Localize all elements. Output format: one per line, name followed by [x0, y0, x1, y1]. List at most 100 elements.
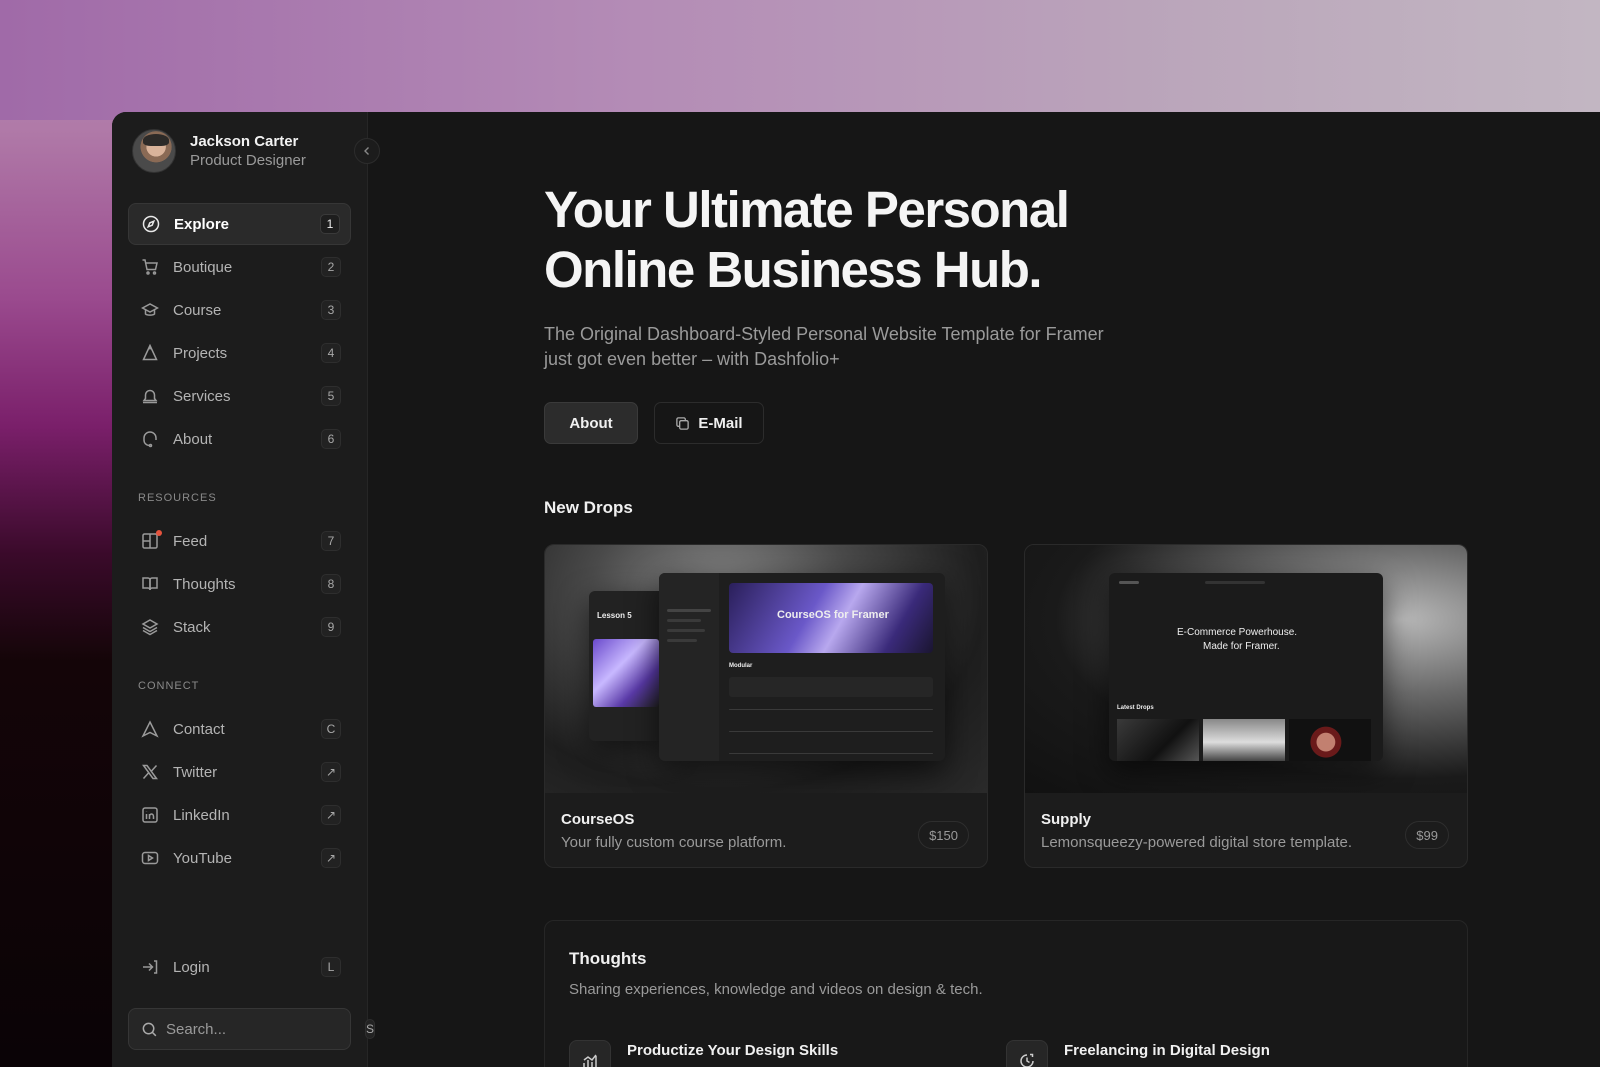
sidebar: Jackson Carter Product Designer Explore … — [112, 112, 376, 1067]
sidebar-item-label: Contact — [173, 720, 225, 738]
sidebar-item-label: Thoughts — [173, 575, 236, 593]
youtube-icon — [140, 848, 160, 868]
sidebar-item-label: About — [173, 430, 213, 448]
mock-section: Latest Drops — [1117, 705, 1154, 711]
product-description: Your fully custom course platform. — [561, 834, 787, 851]
about-button[interactable]: About — [544, 402, 638, 444]
shortcut-key: 5 — [321, 386, 341, 406]
login-label: Login — [173, 958, 210, 976]
sidebar-item-projects[interactable]: Projects 4 — [128, 332, 351, 374]
background-gradient — [0, 0, 1600, 120]
shortcut-key: 8 — [321, 574, 341, 594]
mock-lesson-title: Lesson 5 — [597, 611, 632, 620]
sidebar-item-label: Services — [173, 387, 231, 405]
sidebar-item-label: LinkedIn — [173, 806, 230, 824]
post-title: Freelancing in Digital Design — [1064, 1042, 1270, 1059]
graduation-cap-icon — [140, 300, 160, 320]
x-icon — [140, 762, 160, 782]
sidebar-item-label: Course — [173, 301, 222, 319]
send-icon — [140, 719, 160, 739]
shortcut-key: 4 — [321, 343, 341, 363]
page-subtitle: The Original Dashboard-Styled Personal W… — [544, 324, 1104, 369]
thoughts-section: Thoughts Sharing experiences, knowledge … — [544, 920, 1468, 1067]
sidebar-item-about[interactable]: About 6 — [128, 418, 351, 460]
shortcut-key: 1 — [320, 214, 340, 234]
email-button-label: E-Mail — [698, 414, 743, 432]
sidebar-item-explore[interactable]: Explore 1 — [128, 203, 351, 245]
shortcut-key: L — [321, 957, 341, 977]
mock-heading: CourseOS for Framer — [777, 609, 889, 621]
product-card-supply[interactable]: E-Commerce Powerhouse. Made for Framer. … — [1024, 544, 1468, 868]
sidebar-item-label: Twitter — [173, 763, 218, 781]
external-link-icon: ↗ — [321, 805, 341, 825]
product-title: Supply — [1041, 811, 1092, 828]
headset-icon — [140, 429, 160, 449]
sidebar-item-stack[interactable]: Stack 9 — [128, 606, 351, 648]
sidebar-item-contact[interactable]: Contact C — [128, 708, 351, 750]
connect-nav: Contact C Twitter ↗ LinkedIn ↗ YouTube ↗ — [128, 708, 351, 879]
layers-icon — [140, 617, 160, 637]
mock-heading-2: Made for Framer. — [1203, 641, 1280, 652]
search-box[interactable]: S — [128, 1008, 376, 1050]
mock-heading-1: E-Commerce Powerhouse. — [1177, 627, 1298, 638]
price-badge: $150 — [918, 821, 969, 849]
email-button[interactable]: E-Mail — [654, 402, 764, 444]
title-line-1: Your Ultimate Personal — [544, 181, 1070, 238]
sidebar-item-boutique[interactable]: Boutique 2 — [128, 246, 351, 288]
sidebar-item-youtube[interactable]: YouTube ↗ — [128, 837, 351, 879]
search-icon — [141, 1019, 158, 1039]
product-card-body: Supply Lemonsqueezy-powered digital stor… — [1025, 793, 1467, 851]
price-badge: $99 — [1405, 821, 1449, 849]
cart-icon — [140, 257, 160, 277]
sidebar-item-services[interactable]: Services 5 — [128, 375, 351, 417]
search-input[interactable] — [166, 1020, 365, 1038]
main-nav: Explore 1 Boutique 2 Course 3 Projects 4… — [128, 203, 351, 460]
section-title-thoughts: Thoughts — [569, 949, 647, 968]
product-cards: Lesson 5 CourseOS for Framer Modular Cou… — [544, 544, 1600, 868]
mock-section: Modular — [729, 663, 753, 669]
clock-icon — [1006, 1040, 1048, 1067]
copy-icon — [676, 416, 690, 430]
section-title-resources: RESOURCES — [138, 492, 217, 504]
product-title: CourseOS — [561, 811, 635, 828]
sidebar-item-linkedin[interactable]: LinkedIn ↗ — [128, 794, 351, 836]
sidebar-item-thoughts[interactable]: Thoughts 8 — [128, 563, 351, 605]
sidebar-item-course[interactable]: Course 3 — [128, 289, 351, 331]
section-title-connect: CONNECT — [138, 680, 200, 692]
product-thumbnail: E-Commerce Powerhouse. Made for Framer. … — [1025, 545, 1467, 793]
bell-icon — [140, 386, 160, 406]
profile-name: Jackson Carter — [190, 133, 299, 150]
sidebar-item-label: Stack — [173, 618, 211, 636]
product-thumbnail: Lesson 5 CourseOS for Framer Modular — [545, 545, 987, 793]
hero-actions: About E-Mail — [544, 402, 1600, 444]
product-description: Lemonsqueezy-powered digital store templ… — [1041, 834, 1353, 851]
product-card-courseos[interactable]: Lesson 5 CourseOS for Framer Modular Cou… — [544, 544, 988, 868]
page-title: Your Ultimate Personal Online Business H… — [544, 180, 1164, 300]
section-title-new-drops: New Drops — [544, 498, 633, 517]
sidebar-item-twitter[interactable]: Twitter ↗ — [128, 751, 351, 793]
external-link-icon: ↗ — [321, 762, 341, 782]
product-card-body: CourseOS Your fully custom course platfo… — [545, 793, 987, 851]
sidebar-item-feed[interactable]: Feed 7 — [128, 520, 351, 562]
shortcut-key: C — [321, 719, 341, 739]
shortcut-key: 6 — [321, 429, 341, 449]
profile[interactable]: Jackson Carter Product Designer — [128, 112, 351, 190]
main-content: Your Ultimate Personal Online Business H… — [368, 112, 1600, 1067]
shortcut-key: 3 — [321, 300, 341, 320]
resources-nav: Feed 7 Thoughts 8 Stack 9 — [128, 520, 351, 648]
shortcut-key: 9 — [321, 617, 341, 637]
sidebar-item-label: Feed — [173, 532, 208, 550]
thoughts-posts: Productize Your Design Skills Freelancin… — [569, 1040, 1443, 1067]
shortcut-key: 2 — [321, 257, 341, 277]
external-link-icon: ↗ — [321, 848, 341, 868]
post-item[interactable]: Productize Your Design Skills — [569, 1040, 1006, 1067]
sidebar-item-label: Explore — [174, 215, 230, 233]
post-title: Productize Your Design Skills — [627, 1042, 839, 1059]
shortcut-key: 7 — [321, 531, 341, 551]
login-button[interactable]: Login L — [128, 946, 351, 988]
section-subtitle-thoughts: Sharing experiences, knowledge and video… — [569, 981, 983, 998]
post-item[interactable]: Freelancing in Digital Design — [1006, 1040, 1443, 1067]
sidebar-item-label: Boutique — [173, 258, 233, 276]
sidebar-item-label: Projects — [173, 344, 228, 362]
profile-role: Product Designer — [190, 152, 306, 169]
